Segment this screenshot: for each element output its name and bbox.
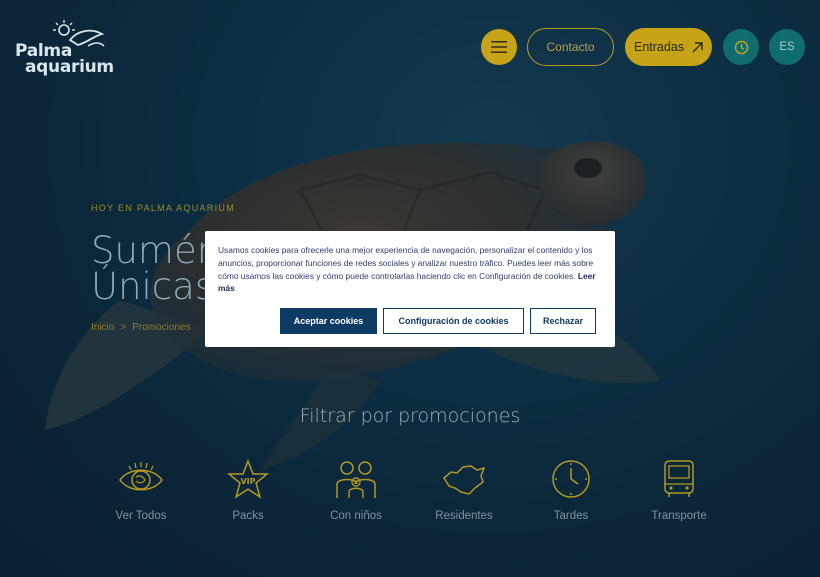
arrow-up-right-icon <box>692 41 703 52</box>
filter-title: Filtrar por promociones <box>299 405 521 427</box>
svg-text:VIP: VIP <box>240 477 255 486</box>
clock-icon <box>734 40 748 54</box>
filter-residentes[interactable]: Residentes <box>414 458 514 522</box>
menu-button[interactable] <box>481 29 517 65</box>
filter-tardes[interactable]: Tardes <box>521 458 621 522</box>
breadcrumb-home[interactable]: Inicio <box>91 322 114 333</box>
logo-text-aquarium: aquarium <box>25 57 114 77</box>
family-icon <box>336 461 376 498</box>
cookie-settings-button[interactable]: Configuración de cookies <box>383 308 524 334</box>
filter-label: Packs <box>232 510 264 522</box>
palma-aquarium-logo[interactable]: Palma aquarium <box>14 18 114 76</box>
cookie-banner: Usamos cookies para ofrecerle una mejor … <box>205 231 615 347</box>
reject-cookies-button[interactable]: Rechazar <box>530 308 596 334</box>
accept-cookies-button[interactable]: Aceptar cookies <box>280 308 377 334</box>
filter-label: Residentes <box>435 510 493 522</box>
filter-label: Tardes <box>553 510 589 522</box>
filter-packs[interactable]: VIP Packs <box>198 458 298 522</box>
vip-star-icon: VIP <box>226 458 270 499</box>
contact-button[interactable]: Contacto <box>527 28 614 66</box>
filter-label: Con niños <box>330 510 382 522</box>
opening-hours-button[interactable] <box>723 29 759 65</box>
cookie-message: Usamos cookies para ofrecerle una mejor … <box>218 245 594 281</box>
filter-ver-todos[interactable]: Ver Todos <box>91 458 191 522</box>
tickets-button[interactable]: Entradas <box>625 28 712 66</box>
clock-icon <box>552 460 590 498</box>
filter-transporte[interactable]: Transporte <box>629 458 729 522</box>
language-selector[interactable]: ES <box>769 29 805 65</box>
hero-eyebrow: HOY EN PALMA AQUARIUM <box>91 203 235 213</box>
breadcrumb: Inicio > Promociones <box>91 322 191 333</box>
filter-label: Ver Todos <box>115 510 167 522</box>
bus-icon <box>664 460 694 497</box>
filter-con-ninos[interactable]: Con niños <box>306 458 406 522</box>
hamburger-icon <box>491 41 507 53</box>
breadcrumb-current: Promociones <box>132 322 191 333</box>
eye-icon <box>119 462 163 491</box>
tickets-label: Entradas <box>633 40 685 54</box>
island-map-icon <box>443 465 486 495</box>
cookie-text: Usamos cookies para ofrecerle una mejor … <box>218 244 603 295</box>
breadcrumb-separator: > <box>120 322 127 333</box>
filter-label: Transporte <box>651 510 707 522</box>
